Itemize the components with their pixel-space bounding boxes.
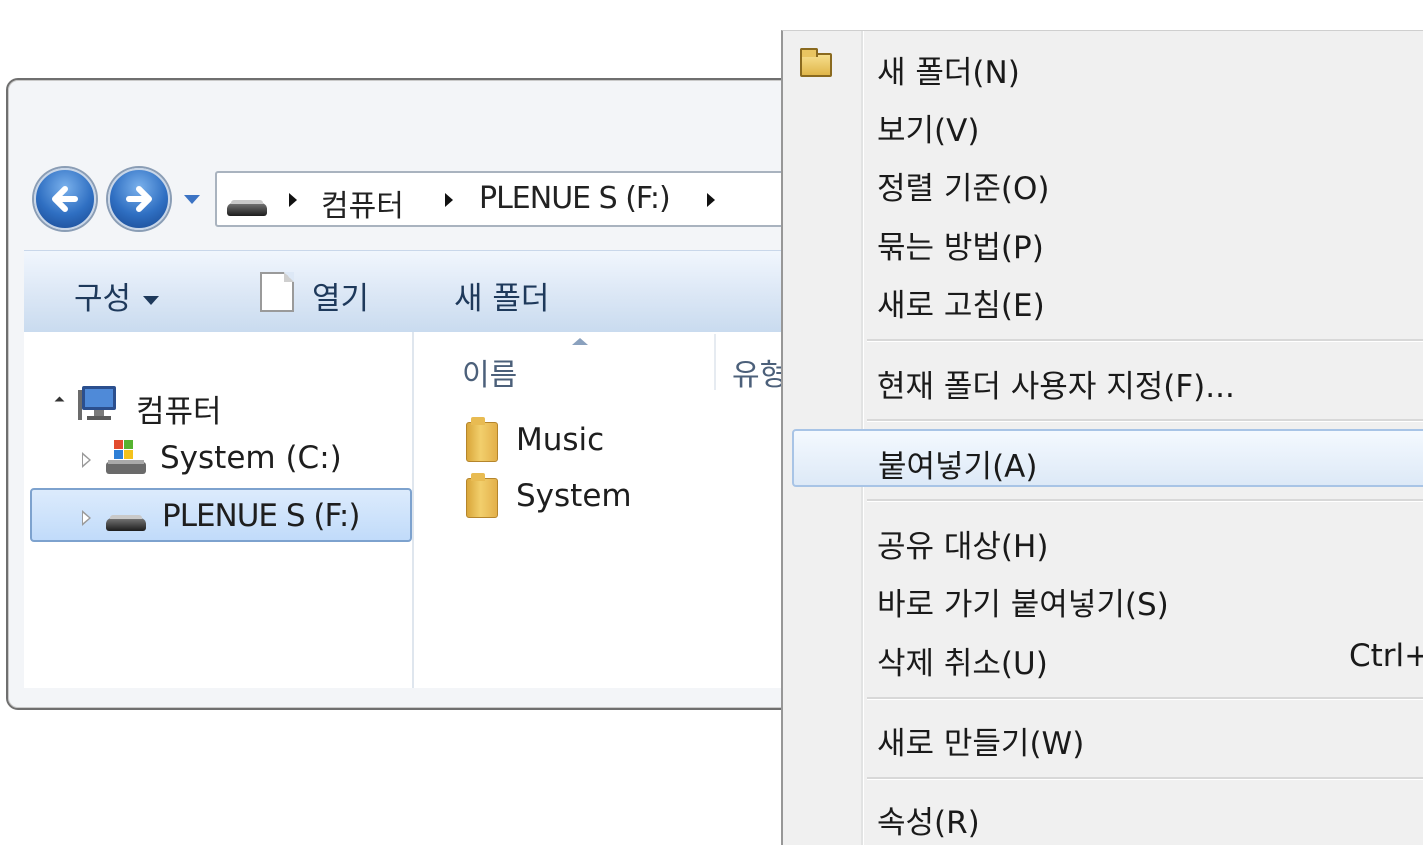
file-row-music[interactable]: Music xyxy=(460,416,710,466)
new-folder-button[interactable]: 새 폴더 xyxy=(454,273,549,318)
menu-item-label: 정렬 기준(O) xyxy=(877,171,1050,207)
computer-icon xyxy=(78,386,116,420)
breadcrumb-drive[interactable]: PLENUE S (F:) xyxy=(479,181,671,216)
tree-label-computer: 컴퓨터 xyxy=(136,394,222,430)
breadcrumb-arrow-icon[interactable] xyxy=(445,193,453,207)
folder-icon xyxy=(466,417,498,462)
address-bar[interactable]: 컴퓨터 PLENUE S (F:) xyxy=(215,171,835,227)
back-arrow-icon xyxy=(52,186,78,212)
menu-item-label: 새 폴더(N) xyxy=(877,55,1020,91)
menu-item-view[interactable]: 보기(V) xyxy=(783,97,1423,149)
tree-item-system-drive[interactable]: System (C:) xyxy=(80,434,400,484)
organize-button[interactable]: 구성 xyxy=(74,273,160,318)
breadcrumb-arrow-icon[interactable] xyxy=(707,193,715,207)
menu-item-refresh[interactable]: 새로 고침(E) xyxy=(783,272,1423,324)
removable-drive-icon xyxy=(106,515,146,531)
system-drive-icon xyxy=(106,440,146,474)
menu-item-undo-delete[interactable]: 삭제 취소(U) Ctrl+Z xyxy=(783,630,1423,682)
menu-item-label: 바로 가기 붙여넣기(S) xyxy=(877,587,1169,623)
new-folder-label: 새 폴더 xyxy=(454,281,550,317)
open-label: 열기 xyxy=(312,281,370,317)
drive-icon xyxy=(227,200,267,216)
tree-label-system-drive: System (C:) xyxy=(160,440,342,476)
menu-item-new-folder[interactable]: 새 폴더(N) xyxy=(783,39,1423,91)
back-button[interactable] xyxy=(34,168,96,230)
forward-arrow-icon xyxy=(126,186,152,212)
menu-item-paste-shortcut[interactable]: 바로 가기 붙여넣기(S) xyxy=(783,571,1423,623)
file-name: Music xyxy=(516,422,605,458)
menu-item-label: 붙여넣기(A) xyxy=(878,449,1038,485)
recent-pages-dropdown-icon[interactable] xyxy=(184,195,200,204)
menu-item-customize-folder[interactable]: 현재 폴더 사용자 지정(F)... xyxy=(783,353,1423,405)
breadcrumb-arrow-icon[interactable] xyxy=(289,193,297,207)
file-name: System xyxy=(516,478,632,514)
navigation-pane: 컴퓨터 System (C:) PLENUE S (F:) xyxy=(24,332,414,688)
document-icon xyxy=(260,272,294,312)
menu-item-new[interactable]: 새로 만들기(W) xyxy=(783,710,1423,762)
menu-item-label: 새로 고침(E) xyxy=(877,288,1045,324)
caret-down-icon xyxy=(143,296,160,305)
breadcrumb-computer[interactable]: 컴퓨터 xyxy=(321,181,404,225)
column-header-name[interactable]: 이름 xyxy=(462,350,517,394)
organize-label: 구성 xyxy=(74,281,132,317)
menu-item-label: 새로 만들기(W) xyxy=(877,726,1085,762)
menu-item-share-with[interactable]: 공유 대상(H) xyxy=(783,513,1423,565)
menu-item-label: 공유 대상(H) xyxy=(877,529,1049,565)
collapsed-arrow-icon[interactable] xyxy=(82,452,91,468)
tree-item-plenue-drive[interactable]: PLENUE S (F:) xyxy=(80,492,400,542)
file-row-system[interactable]: System xyxy=(460,472,710,522)
menu-item-label: 보기(V) xyxy=(877,113,980,149)
forward-button[interactable] xyxy=(108,168,170,230)
menu-item-sort-by[interactable]: 정렬 기준(O) xyxy=(783,155,1423,207)
menu-separator xyxy=(867,499,1423,502)
menu-item-label: 현재 폴더 사용자 지정(F)... xyxy=(877,369,1235,405)
column-header-type[interactable]: 유형 xyxy=(732,350,787,394)
sort-ascending-icon xyxy=(572,338,588,345)
tree-label-plenue-drive: PLENUE S (F:) xyxy=(162,498,360,534)
menu-separator xyxy=(867,697,1423,700)
menu-item-label: 속성(R) xyxy=(877,805,980,841)
expanded-arrow-icon[interactable] xyxy=(54,396,65,407)
tree-item-computer[interactable]: 컴퓨터 xyxy=(54,380,354,430)
collapsed-arrow-icon[interactable] xyxy=(82,510,91,526)
menu-item-paste[interactable]: 붙여넣기(A) xyxy=(792,429,1423,487)
menu-separator xyxy=(867,777,1423,780)
open-button[interactable]: 열기 xyxy=(312,273,369,318)
context-menu: 새 폴더(N) 보기(V) 정렬 기준(O) 묶는 방법(P) 새로 고침(E)… xyxy=(781,30,1423,845)
menu-item-properties[interactable]: 속성(R) xyxy=(783,789,1423,841)
command-bar: 구성 열기 새 폴더 xyxy=(24,250,884,333)
menu-item-shortcut: Ctrl+Z xyxy=(1349,638,1423,674)
column-divider[interactable] xyxy=(714,334,716,390)
menu-item-label: 삭제 취소(U) xyxy=(877,646,1048,682)
menu-separator xyxy=(867,339,1423,342)
menu-item-group-by[interactable]: 묶는 방법(P) xyxy=(783,214,1423,266)
new-folder-icon xyxy=(800,48,832,77)
menu-separator xyxy=(867,419,1423,422)
menu-item-label: 묶는 방법(P) xyxy=(877,230,1044,266)
folder-icon xyxy=(466,473,498,518)
